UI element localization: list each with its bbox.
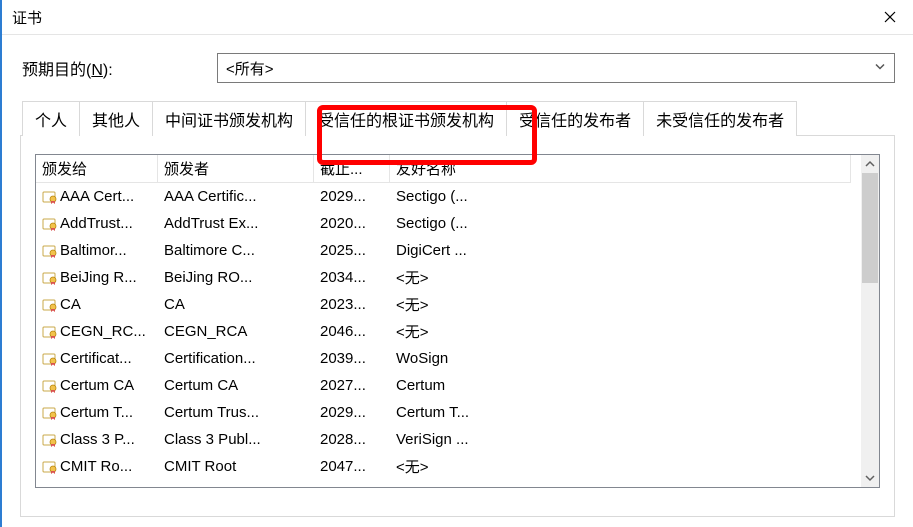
list-body: AAA Cert...AAA Certific...2029...Sectigo… bbox=[36, 183, 879, 487]
certificate-icon bbox=[42, 406, 58, 420]
intended-purpose-value: <所有> bbox=[226, 58, 274, 79]
cell-friendly-name: <无> bbox=[390, 456, 851, 477]
intended-purpose-row: 预期目的(N): <所有> bbox=[20, 53, 895, 83]
cell-issued-by: CEGN_RCA bbox=[158, 323, 314, 340]
window-title: 证书 bbox=[12, 7, 42, 28]
cell-expiration: 2029... bbox=[314, 404, 390, 421]
cell-issued-by: BeiJing RO... bbox=[158, 269, 314, 286]
cell-expiration: 2047... bbox=[314, 458, 390, 475]
certificate-icon bbox=[42, 244, 58, 258]
cell-issued-to: Certum T... bbox=[36, 404, 158, 421]
cell-expiration: 2046... bbox=[314, 323, 390, 340]
cell-issued-to: Certum CA bbox=[36, 377, 158, 394]
table-row[interactable]: CACA2023...<无> bbox=[36, 291, 879, 318]
column-header-1[interactable]: 颁发者 bbox=[158, 155, 314, 183]
cell-issued-to: CA bbox=[36, 296, 158, 313]
certificates-dialog: 证书 预期目的(N): <所有> 个人其他人中间证书颁发机构受信任的根证书颁发机… bbox=[0, 0, 913, 527]
certificate-icon bbox=[42, 217, 58, 231]
chevron-down-icon bbox=[865, 470, 875, 487]
table-row[interactable]: BeiJing R...BeiJing RO...2034...<无> bbox=[36, 264, 879, 291]
certificate-icon bbox=[42, 433, 58, 447]
cell-issued-by: Certum Trus... bbox=[158, 404, 314, 421]
tab-1[interactable]: 其他人 bbox=[79, 101, 153, 136]
cell-friendly-name: <无> bbox=[390, 321, 851, 342]
dialog-body: 预期目的(N): <所有> 个人其他人中间证书颁发机构受信任的根证书颁发机构受信… bbox=[2, 35, 913, 517]
cell-friendly-name: Certum T... bbox=[390, 404, 851, 421]
cell-issued-to: BeiJing R... bbox=[36, 269, 158, 286]
scroll-thumb[interactable] bbox=[862, 173, 878, 283]
cell-friendly-name: Certum bbox=[390, 377, 851, 394]
table-row[interactable]: Certum T...Certum Trus...2029...Certum T… bbox=[36, 399, 879, 426]
cell-friendly-name: Sectigo (... bbox=[390, 215, 851, 232]
tab-2[interactable]: 中间证书颁发机构 bbox=[152, 101, 306, 136]
tab-4[interactable]: 受信任的发布者 bbox=[506, 101, 644, 136]
cell-friendly-name: WoSign bbox=[390, 350, 851, 367]
table-row[interactable]: AAA Cert...AAA Certific...2029...Sectigo… bbox=[36, 183, 879, 210]
tab-5[interactable]: 未受信任的发布者 bbox=[643, 101, 797, 136]
cell-issued-by: Class 3 Publ... bbox=[158, 431, 314, 448]
close-button[interactable] bbox=[867, 0, 913, 34]
cell-expiration: 2029... bbox=[314, 188, 390, 205]
cell-issued-to: CMIT Ro... bbox=[36, 458, 158, 475]
column-header-2[interactable]: 截止... bbox=[314, 155, 390, 183]
certificate-icon bbox=[42, 271, 58, 285]
certificate-icon bbox=[42, 352, 58, 366]
cell-expiration: 2027... bbox=[314, 377, 390, 394]
cell-issued-to: Baltimor... bbox=[36, 242, 158, 259]
column-header-0[interactable]: 颁发给 bbox=[36, 155, 158, 183]
chevron-up-icon bbox=[865, 156, 875, 173]
cell-friendly-name: DigiCert ... bbox=[390, 242, 851, 259]
tab-panel: 颁发给颁发者截止...友好名称 AAA Cert...AAA Certific.… bbox=[20, 135, 895, 517]
certificate-list: 颁发给颁发者截止...友好名称 AAA Cert...AAA Certific.… bbox=[35, 154, 880, 488]
cell-friendly-name: <无> bbox=[390, 294, 851, 315]
title-bar: 证书 bbox=[2, 0, 913, 35]
tab-3[interactable]: 受信任的根证书颁发机构 bbox=[305, 101, 507, 136]
tab-0[interactable]: 个人 bbox=[22, 101, 80, 136]
cell-issued-by: CMIT Root bbox=[158, 458, 314, 475]
cell-issued-by: Certum CA bbox=[158, 377, 314, 394]
cell-issued-by: Baltimore C... bbox=[158, 242, 314, 259]
cell-issued-to: Certificat... bbox=[36, 350, 158, 367]
cell-friendly-name: Sectigo (... bbox=[390, 188, 851, 205]
scroll-up-button[interactable] bbox=[861, 155, 879, 173]
table-row[interactable]: Class 3 P...Class 3 Publ...2028...VeriSi… bbox=[36, 426, 879, 453]
cell-expiration: 2023... bbox=[314, 296, 390, 313]
cell-expiration: 2020... bbox=[314, 215, 390, 232]
cell-friendly-name: VeriSign ... bbox=[390, 431, 851, 448]
cell-issued-by: CA bbox=[158, 296, 314, 313]
certificate-icon bbox=[42, 190, 58, 204]
intended-purpose-label: 预期目的(N): bbox=[20, 56, 217, 80]
cell-friendly-name: <无> bbox=[390, 267, 851, 288]
cell-expiration: 2039... bbox=[314, 350, 390, 367]
column-header-3[interactable]: 友好名称 bbox=[390, 155, 851, 183]
scroll-down-button[interactable] bbox=[861, 469, 879, 487]
cell-issued-by: Certification... bbox=[158, 350, 314, 367]
cell-issued-by: AAA Certific... bbox=[158, 188, 314, 205]
intended-purpose-select[interactable]: <所有> bbox=[217, 53, 895, 83]
chevron-down-icon bbox=[874, 60, 886, 77]
cell-issued-to: AddTrust... bbox=[36, 215, 158, 232]
close-icon bbox=[884, 7, 896, 28]
vertical-scrollbar[interactable] bbox=[861, 155, 879, 487]
cell-expiration: 2034... bbox=[314, 269, 390, 286]
list-header-row: 颁发给颁发者截止...友好名称 bbox=[36, 155, 879, 183]
cell-expiration: 2025... bbox=[314, 242, 390, 259]
certificate-icon bbox=[42, 460, 58, 474]
table-row[interactable]: CMIT Ro...CMIT Root2047...<无> bbox=[36, 453, 879, 480]
cell-issued-to: Class 3 P... bbox=[36, 431, 158, 448]
tab-strip: 个人其他人中间证书颁发机构受信任的根证书颁发机构受信任的发布者未受信任的发布者 bbox=[20, 101, 895, 136]
cell-issued-to: AAA Cert... bbox=[36, 188, 158, 205]
cell-expiration: 2028... bbox=[314, 431, 390, 448]
cell-issued-to: CEGN_RC... bbox=[36, 323, 158, 340]
certificate-icon bbox=[42, 298, 58, 312]
table-row[interactable]: Certum CACertum CA2027...Certum bbox=[36, 372, 879, 399]
certificate-icon bbox=[42, 379, 58, 393]
table-row[interactable]: Baltimor...Baltimore C...2025...DigiCert… bbox=[36, 237, 879, 264]
cell-issued-by: AddTrust Ex... bbox=[158, 215, 314, 232]
certificate-icon bbox=[42, 325, 58, 339]
table-row[interactable]: CEGN_RC...CEGN_RCA2046...<无> bbox=[36, 318, 879, 345]
table-row[interactable]: Certificat...Certification...2039...WoSi… bbox=[36, 345, 879, 372]
table-row[interactable]: AddTrust...AddTrust Ex...2020...Sectigo … bbox=[36, 210, 879, 237]
